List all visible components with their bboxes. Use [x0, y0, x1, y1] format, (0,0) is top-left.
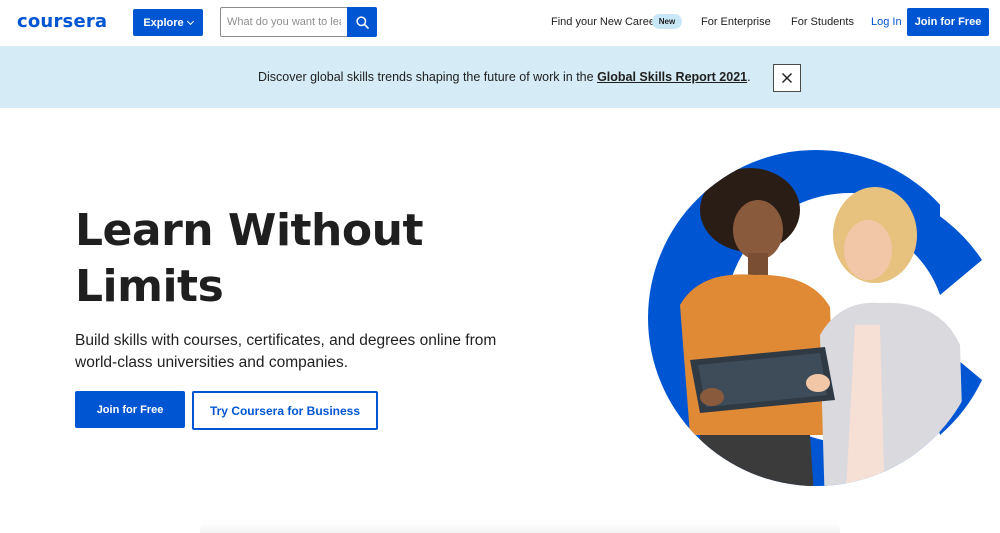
banner-text: Discover global skills trends shaping th…	[258, 70, 751, 84]
announcement-banner: Discover global skills trends shaping th…	[0, 46, 1000, 108]
global-skills-report-link[interactable]: Global Skills Report 2021	[597, 70, 747, 84]
hero-title-line2: Limits	[75, 261, 224, 312]
nav-for-students[interactable]: For Students	[791, 16, 854, 28]
nav-for-enterprise[interactable]: For Enterprise	[701, 16, 771, 28]
banner-close-button[interactable]	[773, 64, 801, 92]
search-button[interactable]	[347, 7, 377, 37]
new-badge: New	[652, 14, 682, 29]
login-link[interactable]: Log In	[871, 16, 902, 28]
explore-button[interactable]: Explore	[133, 9, 203, 36]
search-bar	[220, 7, 377, 37]
hero-subtitle: Build skills with courses, certificates,…	[75, 332, 497, 371]
search-input[interactable]	[220, 7, 347, 37]
hero-illustration	[648, 150, 1000, 486]
join-for-free-header-button[interactable]: Join for Free	[907, 8, 989, 36]
join-for-free-button[interactable]: Join for Free	[75, 391, 185, 428]
close-icon	[782, 73, 792, 83]
banner-text-after: .	[747, 70, 751, 84]
search-icon	[355, 15, 369, 29]
nav-find-career[interactable]: Find your New Career	[551, 16, 659, 28]
hero-title: Learn Without Limits	[75, 203, 495, 315]
chevron-down-icon	[186, 17, 194, 25]
content-card-edge	[200, 522, 840, 533]
hero-title-line1: Learn Without	[75, 205, 423, 256]
try-coursera-business-button[interactable]: Try Coursera for Business	[192, 391, 378, 430]
explore-label: Explore	[143, 16, 184, 29]
top-header: coursera Explore Find your New Career Ne…	[0, 0, 1000, 46]
coursera-logo[interactable]: coursera	[17, 11, 107, 32]
banner-text-before: Discover global skills trends shaping th…	[258, 70, 598, 84]
